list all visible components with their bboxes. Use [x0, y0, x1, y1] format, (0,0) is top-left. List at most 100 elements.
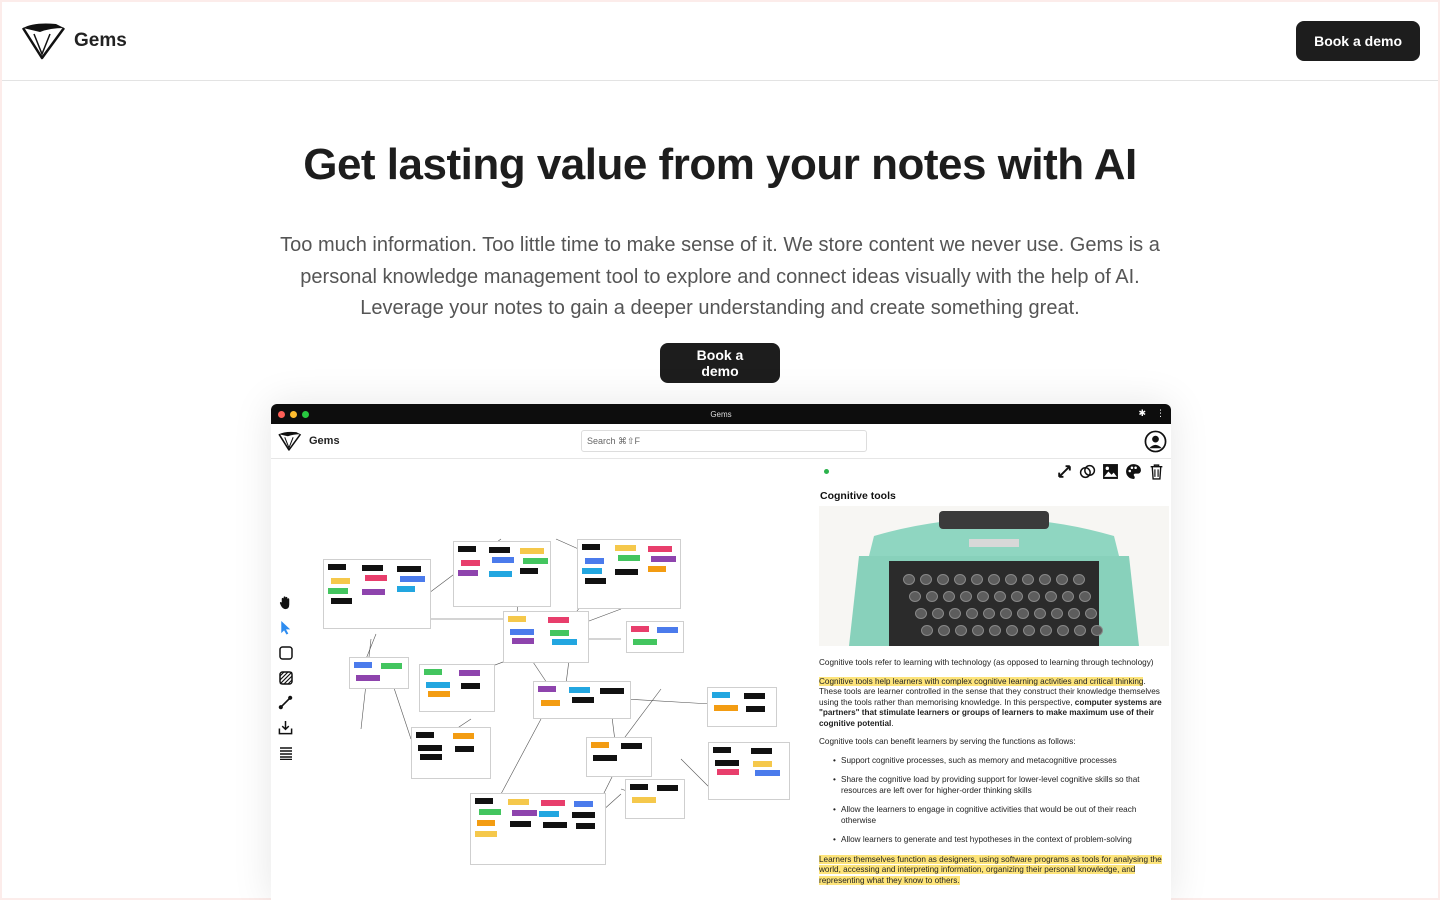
graph-group[interactable] — [349, 657, 409, 689]
knowledge-graph-canvas[interactable] — [271, 459, 816, 900]
graph-group[interactable] — [707, 687, 777, 727]
graph-group[interactable] — [470, 793, 606, 865]
graph-group[interactable] — [577, 539, 681, 609]
graph-note-card[interactable] — [615, 545, 636, 551]
graph-note-card[interactable] — [458, 570, 478, 576]
graph-note-card[interactable] — [362, 589, 386, 595]
graph-note-card[interactable] — [475, 798, 493, 804]
graph-note-card[interactable] — [630, 784, 648, 790]
graph-group[interactable] — [625, 779, 685, 819]
profile-icon[interactable] — [1144, 430, 1167, 453]
graph-note-card[interactable] — [550, 630, 569, 636]
graph-note-card[interactable] — [510, 629, 534, 635]
graph-note-card[interactable] — [328, 588, 348, 594]
graph-group[interactable] — [533, 681, 631, 719]
graph-note-card[interactable] — [356, 675, 380, 681]
graph-note-card[interactable] — [512, 810, 537, 816]
graph-note-card[interactable] — [428, 691, 450, 697]
graph-note-card[interactable] — [621, 743, 642, 749]
graph-note-card[interactable] — [648, 546, 672, 552]
graph-note-card[interactable] — [459, 670, 480, 676]
graph-note-card[interactable] — [477, 820, 495, 826]
graph-note-card[interactable] — [633, 639, 657, 645]
graph-note-card[interactable] — [426, 682, 450, 688]
graph-note-card[interactable] — [362, 565, 384, 571]
graph-note-card[interactable] — [365, 575, 388, 581]
graph-note-card[interactable] — [615, 569, 638, 575]
graph-note-card[interactable] — [541, 800, 565, 806]
graph-note-card[interactable] — [715, 760, 739, 766]
graph-note-card[interactable] — [541, 700, 560, 706]
graph-note-card[interactable] — [651, 556, 676, 562]
graph-note-card[interactable] — [657, 627, 678, 633]
graph-note-card[interactable] — [492, 557, 514, 563]
graph-note-card[interactable] — [712, 692, 730, 698]
graph-note-card[interactable] — [572, 812, 595, 818]
graph-note-card[interactable] — [714, 705, 738, 711]
book-demo-hero-button[interactable]: Book a demo — [660, 343, 780, 383]
trash-icon[interactable] — [1148, 463, 1165, 480]
brand-logo[interactable]: Gems — [20, 20, 127, 62]
graph-note-card[interactable] — [512, 638, 534, 644]
graph-group[interactable] — [626, 621, 684, 653]
graph-note-card[interactable] — [520, 568, 538, 574]
graph-note-card[interactable] — [753, 761, 772, 767]
more-vertical-icon[interactable]: ⋮ — [1156, 408, 1165, 419]
graph-note-card[interactable] — [461, 683, 480, 689]
graph-note-card[interactable] — [751, 748, 772, 754]
graph-note-card[interactable] — [574, 801, 593, 807]
graph-note-card[interactable] — [479, 809, 501, 815]
graph-note-card[interactable] — [420, 754, 442, 760]
graph-note-card[interactable] — [591, 742, 609, 748]
graph-note-card[interactable] — [648, 566, 666, 572]
graph-note-card[interactable] — [520, 548, 544, 554]
graph-note-card[interactable] — [508, 799, 529, 805]
graph-note-card[interactable] — [538, 686, 556, 692]
graph-group[interactable] — [708, 742, 790, 800]
graph-note-card[interactable] — [618, 555, 640, 561]
graph-note-card[interactable] — [746, 706, 765, 712]
graph-note-card[interactable] — [593, 755, 617, 761]
graph-group[interactable] — [453, 541, 551, 607]
graph-note-card[interactable] — [572, 697, 594, 703]
graph-note-card[interactable] — [331, 578, 350, 584]
graph-note-card[interactable] — [396, 586, 415, 592]
graph-note-card[interactable] — [600, 688, 624, 694]
graph-note-card[interactable] — [455, 746, 474, 752]
graph-note-card[interactable] — [539, 811, 559, 817]
graph-group[interactable] — [323, 559, 431, 629]
graph-note-card[interactable] — [548, 617, 569, 623]
graph-note-card[interactable] — [582, 568, 602, 574]
graph-note-card[interactable] — [475, 831, 497, 837]
graph-note-card[interactable] — [713, 747, 731, 753]
graph-note-card[interactable] — [396, 566, 421, 572]
graph-group[interactable] — [503, 611, 589, 663]
link-circles-icon[interactable] — [1079, 463, 1096, 480]
graph-note-card[interactable] — [461, 560, 480, 566]
graph-note-card[interactable] — [632, 797, 656, 803]
expand-icon[interactable] — [1056, 463, 1073, 480]
graph-note-card[interactable] — [399, 576, 425, 582]
graph-note-card[interactable] — [453, 733, 474, 739]
graph-note-card[interactable] — [489, 571, 512, 577]
book-demo-nav-button[interactable]: Book a demo — [1296, 21, 1420, 61]
graph-note-card[interactable] — [508, 616, 526, 622]
graph-note-card[interactable] — [523, 558, 548, 564]
graph-note-card[interactable] — [328, 564, 346, 570]
graph-note-card[interactable] — [381, 663, 402, 669]
graph-note-card[interactable] — [755, 770, 780, 776]
graph-note-card[interactable] — [631, 626, 649, 632]
graph-note-card[interactable] — [552, 639, 577, 645]
graph-note-card[interactable] — [424, 669, 442, 675]
puzzle-icon[interactable]: ✱ — [1138, 408, 1146, 419]
graph-note-card[interactable] — [585, 578, 606, 584]
graph-note-card[interactable] — [418, 745, 442, 751]
graph-group[interactable] — [419, 664, 495, 712]
graph-note-card[interactable] — [576, 823, 595, 829]
graph-note-card[interactable] — [458, 546, 476, 552]
graph-note-card[interactable] — [657, 785, 678, 791]
graph-note-card[interactable] — [331, 598, 352, 604]
image-icon[interactable] — [1102, 463, 1119, 480]
graph-note-card[interactable] — [582, 544, 600, 550]
graph-note-card[interactable] — [543, 822, 567, 828]
